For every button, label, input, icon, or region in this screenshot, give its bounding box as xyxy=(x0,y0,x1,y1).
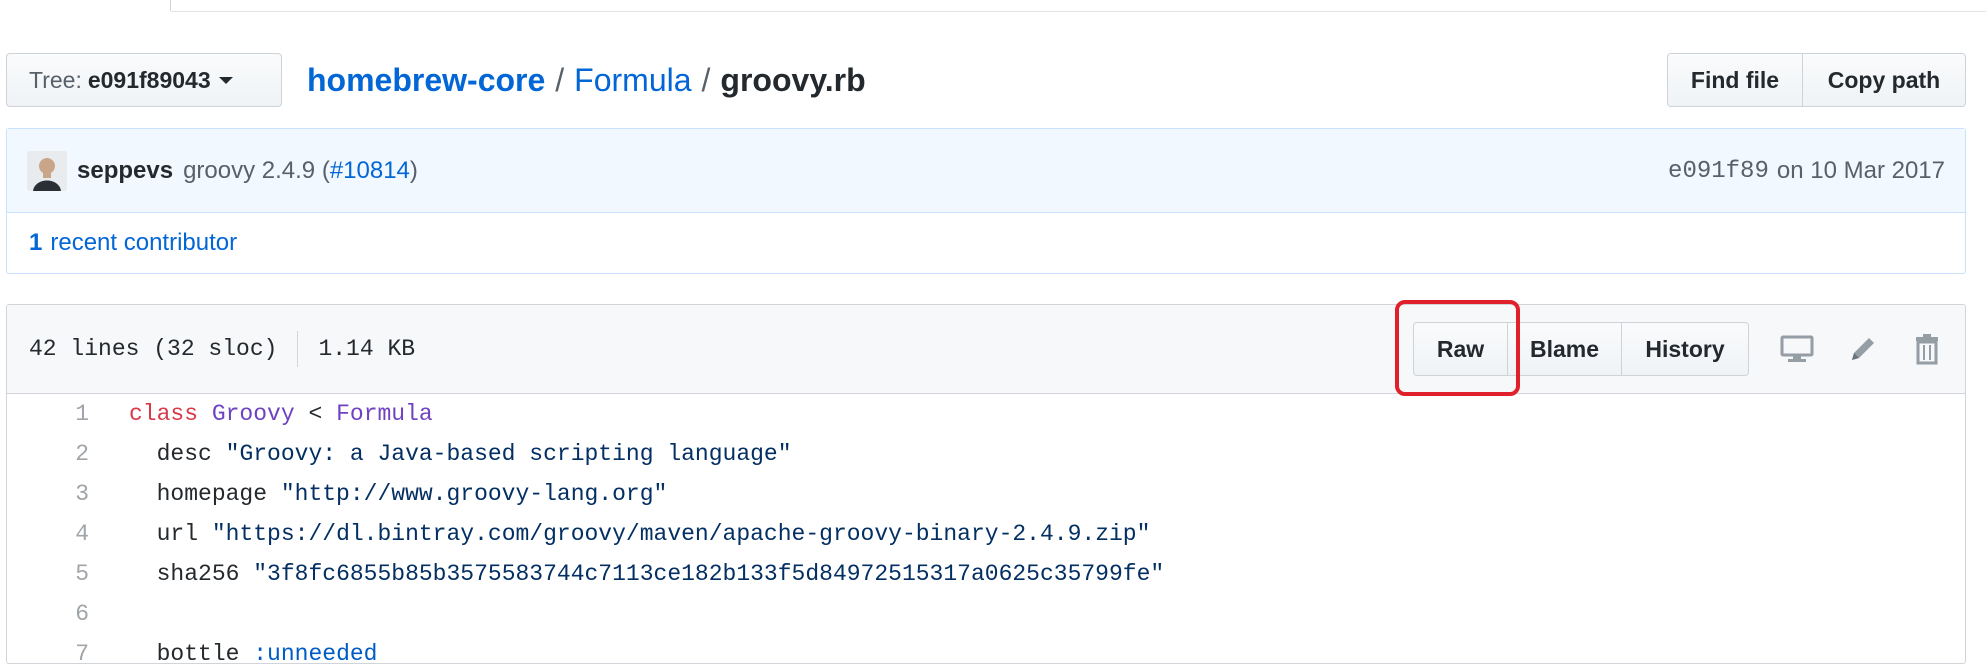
code-view: 1 class Groovy < Formula 2 desc "Groovy:… xyxy=(7,394,1965,664)
breadcrumb-repo-link[interactable]: homebrew-core xyxy=(307,62,545,99)
breadcrumb-folder-link[interactable]: Formula xyxy=(574,62,691,99)
top-tab-strip xyxy=(0,0,1986,12)
code-method: sha256 xyxy=(156,561,240,587)
commit-message: groovy 2.4.9 (#10814) xyxy=(183,157,418,185)
file-header: 42 lines (32 sloc) 1.14 KB Raw Blame His… xyxy=(7,305,1965,394)
code-method: url xyxy=(156,521,199,547)
line-number[interactable]: 7 xyxy=(7,641,129,663)
line-number[interactable]: 4 xyxy=(7,521,129,547)
branch-select-button[interactable]: Tree: e091f89043 xyxy=(6,53,282,107)
code-line: 3 homepage "http://www.groovy-lang.org" xyxy=(7,474,1965,514)
file-info: 42 lines (32 sloc) 1.14 KB xyxy=(29,305,415,393)
code-line: 7 bottle :unneeded xyxy=(7,634,1965,664)
desktop-icon[interactable] xyxy=(1777,331,1817,367)
caret-down-icon xyxy=(218,76,233,84)
code-string: "Groovy: a Java-based scripting language… xyxy=(225,441,792,467)
latest-commit-box: seppevs groovy 2.4.9 (#10814) e091f89 on… xyxy=(6,128,1966,274)
commit-date: on 10 Mar 2017 xyxy=(1776,157,1945,184)
commit-message-prefix: groovy 2.4.9 ( xyxy=(183,156,330,184)
breadcrumb-separator: / xyxy=(701,61,711,98)
code-line: 5 sha256 "3f8fc6855b85b3575583744c7113ce… xyxy=(7,554,1965,594)
code-content: bottle :unneeded xyxy=(129,641,378,664)
code-line: 2 desc "Groovy: a Java-based scripting l… xyxy=(7,434,1965,474)
file-nav-actions: Find file Copy path xyxy=(1667,53,1966,107)
code-content: class Groovy < Formula xyxy=(129,401,433,427)
code-string: "https://dl.bintray.com/groovy/maven/apa… xyxy=(211,521,1151,547)
line-number[interactable]: 3 xyxy=(7,481,129,507)
avatar[interactable] xyxy=(27,150,67,191)
commit-message-suffix: ) xyxy=(409,156,418,184)
code-class-name: Groovy xyxy=(211,401,295,427)
commit-sha-link[interactable]: e091f89 xyxy=(1668,158,1769,185)
code-method: homepage xyxy=(156,481,268,507)
commit-author-link[interactable]: seppevs xyxy=(77,157,173,185)
file-actions: Raw Blame History xyxy=(1413,322,1749,376)
copy-path-button[interactable]: Copy path xyxy=(1802,53,1966,107)
tab-underline xyxy=(171,11,1986,12)
line-number[interactable]: 6 xyxy=(7,601,129,627)
file-line-count: 42 lines (32 sloc) xyxy=(29,336,278,362)
history-button[interactable]: History xyxy=(1621,322,1749,376)
commit-meta: e091f89 on 10 Mar 2017 xyxy=(1668,129,1945,213)
code-line: 4 url "https://dl.bintray.com/groovy/mav… xyxy=(7,514,1965,554)
contributors-label: recent contributor xyxy=(50,229,238,256)
code-symbol: :unneeded xyxy=(253,641,378,664)
line-number[interactable]: 2 xyxy=(7,441,129,467)
line-number[interactable]: 1 xyxy=(7,401,129,427)
contributors-count: 1 xyxy=(29,229,43,256)
code-string: "3f8fc6855b85b3575583744c7113ce182b133f5… xyxy=(253,561,1165,587)
code-line: 6 xyxy=(7,594,1965,634)
file-view: 42 lines (32 sloc) 1.14 KB Raw Blame His… xyxy=(6,304,1966,664)
code-method: bottle xyxy=(156,641,240,664)
pencil-icon[interactable] xyxy=(1843,331,1883,367)
breadcrumb-file-name: groovy.rb xyxy=(720,61,866,98)
code-operator: < xyxy=(308,401,323,427)
code-method: desc xyxy=(156,441,212,467)
raw-button[interactable]: Raw xyxy=(1413,322,1508,376)
code-content: desc "Groovy: a Java-based scripting lan… xyxy=(129,441,792,467)
code-class-name: Formula xyxy=(336,401,433,427)
contributors-link[interactable]: 1 recent contributor xyxy=(7,213,1965,273)
file-navigation: Tree: e091f89043 homebrew-core / Formula… xyxy=(6,53,1966,109)
file-info-divider xyxy=(297,331,299,367)
code-content: url "https://dl.bintray.com/groovy/maven… xyxy=(129,521,1151,547)
code-keyword: class xyxy=(129,401,199,427)
code-line: 1 class Groovy < Formula xyxy=(7,394,1965,434)
tab-edge xyxy=(170,0,171,11)
blame-button[interactable]: Blame xyxy=(1507,322,1622,376)
breadcrumb-separator: / xyxy=(555,61,565,98)
breadcrumb: homebrew-core / Formula / groovy.rb xyxy=(307,53,866,107)
commit-tease: seppevs groovy 2.4.9 (#10814) e091f89 on… xyxy=(7,129,1965,213)
tree-value: e091f89043 xyxy=(87,66,211,93)
tree-label: Tree: xyxy=(29,66,82,93)
code-string: "http://www.groovy-lang.org" xyxy=(280,481,668,507)
find-file-button[interactable]: Find file xyxy=(1667,53,1803,107)
pull-request-link[interactable]: #10814 xyxy=(330,157,410,184)
line-number[interactable]: 5 xyxy=(7,561,129,587)
file-size: 1.14 KB xyxy=(318,336,416,362)
trash-icon[interactable] xyxy=(1907,331,1947,367)
code-content: homepage "http://www.groovy-lang.org" xyxy=(129,481,668,507)
code-content: sha256 "3f8fc6855b85b3575583744c7113ce18… xyxy=(129,561,1165,587)
